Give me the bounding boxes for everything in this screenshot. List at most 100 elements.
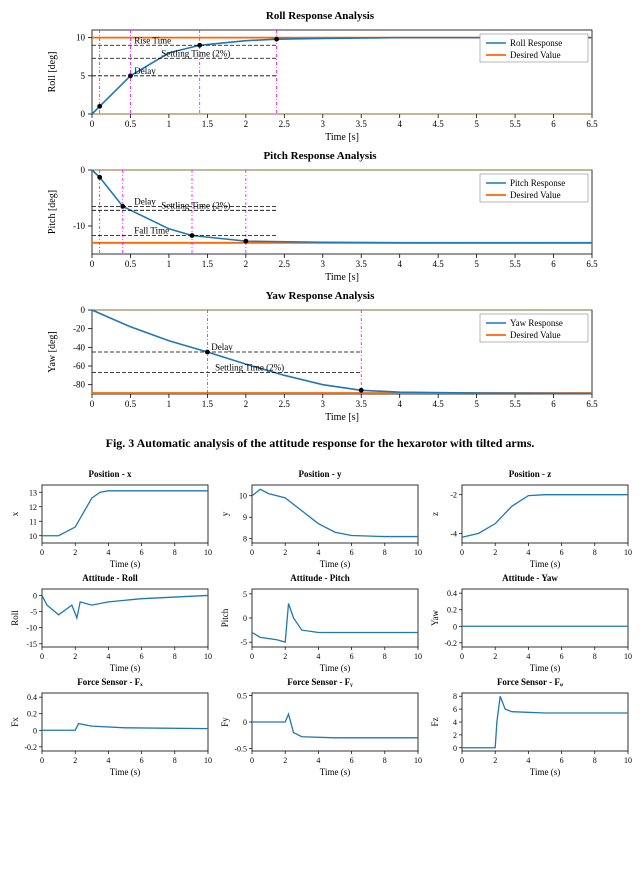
- svg-text:-10: -10: [73, 221, 85, 231]
- svg-text:z: z: [430, 512, 440, 516]
- chart-1: Pitch Response Analysis00.511.522.533.54…: [40, 150, 600, 282]
- svg-text:Roll [deg]: Roll [deg]: [47, 52, 58, 93]
- svg-text:Settling Time (2%): Settling Time (2%): [161, 48, 230, 58]
- svg-text:8: 8: [383, 756, 387, 765]
- svg-text:0: 0: [81, 305, 86, 315]
- svg-text:2: 2: [244, 119, 249, 129]
- svg-text:3.5: 3.5: [356, 119, 368, 129]
- svg-text:2: 2: [493, 548, 497, 557]
- small-chart-6: Force Sensor - Fₓ0246810-0.200.20.4Time …: [8, 677, 212, 777]
- svg-text:10: 10: [29, 532, 37, 541]
- svg-text:0.4: 0.4: [27, 693, 37, 702]
- svg-text:1: 1: [167, 399, 172, 409]
- svg-text:Yaw Response: Yaw Response: [510, 318, 563, 328]
- svg-text:-60: -60: [73, 361, 85, 371]
- small-chart-title: Force Sensor - Fₓ: [8, 677, 212, 687]
- svg-text:6: 6: [560, 652, 564, 661]
- svg-text:4: 4: [397, 399, 402, 409]
- svg-text:0: 0: [40, 756, 44, 765]
- small-chart-title: Position - x: [8, 469, 212, 479]
- svg-text:4: 4: [397, 259, 402, 269]
- svg-text:0: 0: [33, 726, 37, 735]
- small-chart-7: Force Sensor - Fᵧ0246810-0.500.5Time (s)…: [218, 677, 422, 777]
- svg-text:6: 6: [551, 399, 556, 409]
- svg-text:4: 4: [106, 652, 110, 661]
- svg-text:Delay: Delay: [134, 66, 156, 76]
- small-chart-5: Attitude - Yaw0246810-0.200.20.4Time (s)…: [428, 573, 632, 673]
- svg-text:2: 2: [73, 652, 77, 661]
- svg-text:Time (s): Time (s): [320, 663, 350, 673]
- svg-text:10: 10: [624, 756, 632, 765]
- svg-text:Pitch: Pitch: [220, 608, 230, 627]
- figure-caption: Fig. 3 Automatic analysis of the attitud…: [8, 436, 632, 451]
- small-chart-title: Force Sensor - Fᵩ: [428, 677, 632, 687]
- small-chart-grid: Position - x024681010111213Time (s)x Pos…: [8, 469, 632, 777]
- svg-text:0: 0: [81, 165, 86, 175]
- svg-text:3.5: 3.5: [356, 259, 368, 269]
- svg-text:0: 0: [81, 109, 86, 119]
- svg-text:2: 2: [73, 548, 77, 557]
- svg-text:-5: -5: [240, 638, 247, 647]
- svg-text:4: 4: [106, 756, 110, 765]
- svg-text:x: x: [10, 511, 20, 516]
- svg-text:5: 5: [474, 399, 479, 409]
- svg-text:0: 0: [453, 744, 457, 753]
- svg-text:Delay: Delay: [134, 196, 156, 206]
- small-chart-title: Force Sensor - Fᵧ: [218, 677, 422, 687]
- svg-text:6.5: 6.5: [586, 399, 598, 409]
- chart-0: Roll Response Analysis00.511.522.533.544…: [40, 10, 600, 142]
- svg-text:6: 6: [560, 756, 564, 765]
- svg-text:8: 8: [383, 548, 387, 557]
- svg-text:5.5: 5.5: [509, 259, 521, 269]
- svg-text:6: 6: [350, 652, 354, 661]
- svg-text:10: 10: [204, 756, 212, 765]
- svg-text:6: 6: [551, 259, 556, 269]
- svg-text:1.5: 1.5: [202, 259, 214, 269]
- svg-text:-0.5: -0.5: [234, 744, 247, 753]
- svg-text:Yaw [deg]: Yaw [deg]: [47, 331, 58, 372]
- svg-text:2: 2: [73, 756, 77, 765]
- svg-text:Desired Value: Desired Value: [510, 50, 561, 60]
- svg-text:0.4: 0.4: [447, 589, 457, 598]
- svg-text:0: 0: [40, 548, 44, 557]
- svg-text:Fall Time: Fall Time: [134, 226, 169, 236]
- small-chart-title: Attitude - Pitch: [218, 573, 422, 583]
- svg-text:5.5: 5.5: [509, 399, 521, 409]
- svg-text:2: 2: [453, 731, 457, 740]
- svg-text:Fx: Fx: [10, 717, 20, 727]
- svg-text:8: 8: [453, 692, 457, 701]
- svg-text:Settling Time (2%): Settling Time (2%): [215, 363, 284, 373]
- svg-text:10: 10: [76, 33, 86, 43]
- svg-text:Time (s): Time (s): [320, 767, 350, 777]
- svg-text:3: 3: [321, 259, 326, 269]
- svg-text:1.5: 1.5: [202, 119, 214, 129]
- svg-text:0.5: 0.5: [125, 399, 137, 409]
- svg-text:9: 9: [243, 513, 247, 522]
- svg-text:Time (s): Time (s): [530, 559, 560, 569]
- svg-text:6: 6: [140, 652, 144, 661]
- svg-text:2: 2: [283, 756, 287, 765]
- svg-text:2.5: 2.5: [279, 119, 291, 129]
- chart-2: Yaw Response Analysis00.511.522.533.544.…: [40, 290, 600, 422]
- svg-text:3: 3: [321, 119, 326, 129]
- small-chart-title: Attitude - Yaw: [428, 573, 632, 583]
- svg-text:2.5: 2.5: [279, 399, 291, 409]
- svg-text:13: 13: [29, 488, 37, 497]
- svg-text:Time (s): Time (s): [530, 663, 560, 673]
- svg-text:8: 8: [173, 652, 177, 661]
- svg-text:0.5: 0.5: [237, 692, 247, 701]
- svg-text:8: 8: [243, 535, 247, 544]
- svg-text:10: 10: [414, 756, 422, 765]
- svg-text:0.2: 0.2: [27, 710, 37, 719]
- svg-text:-10: -10: [26, 624, 37, 633]
- svg-text:4: 4: [397, 119, 402, 129]
- svg-text:Pitch Response: Pitch Response: [510, 178, 565, 188]
- svg-text:0: 0: [460, 756, 464, 765]
- svg-text:6: 6: [350, 756, 354, 765]
- chart-title: Roll Response Analysis: [40, 10, 600, 22]
- svg-text:2: 2: [244, 399, 249, 409]
- svg-text:2: 2: [283, 652, 287, 661]
- chart-svg: 00.511.522.533.544.555.566.5-100DelaySet…: [40, 164, 600, 282]
- svg-text:5: 5: [474, 259, 479, 269]
- svg-text:4: 4: [453, 718, 457, 727]
